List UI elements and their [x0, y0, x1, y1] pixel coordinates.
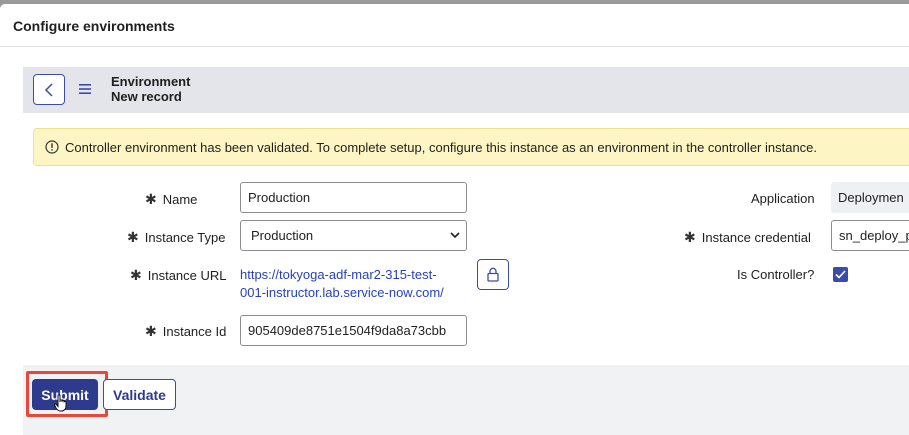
- instance-url-label: ✱ Instance URL: [130, 267, 227, 284]
- application-label: Application: [751, 191, 815, 206]
- checkmark-icon: [835, 270, 846, 279]
- application-field[interactable]: Deploymen: [831, 182, 909, 213]
- instance-credential-label: ✱ Instance credential: [684, 229, 811, 246]
- is-controller-checkbox[interactable]: [833, 267, 848, 282]
- form-footer: Submit Validate: [23, 365, 909, 435]
- instance-credential-label-text: Instance credential: [701, 230, 811, 245]
- validate-button[interactable]: Validate: [103, 379, 176, 410]
- required-asterisk-icon: ✱: [145, 323, 157, 339]
- configure-environments-modal: Configure environments Environment New r…: [0, 4, 909, 435]
- form-header-title: Environment New record: [111, 74, 190, 104]
- instance-type-value: Production: [251, 228, 314, 243]
- instance-id-input[interactable]: 905409de8751e1504f9da8a73cbb: [240, 315, 467, 346]
- instance-id-label: ✱ Instance Id: [145, 323, 226, 340]
- required-asterisk-icon: ✱: [145, 191, 157, 207]
- form-header: Environment New record: [23, 67, 909, 113]
- hamburger-menu-icon[interactable]: [79, 84, 91, 94]
- modal-title: Configure environments: [13, 18, 175, 34]
- validation-notice: Controller environment has been validate…: [33, 128, 909, 166]
- instance-url-line1: https://tokyoga-adf-mar2-315-test-: [240, 267, 437, 282]
- chevron-left-icon: [44, 82, 53, 97]
- instance-credential-input[interactable]: sn_deploy_p: [831, 220, 909, 251]
- instance-type-label: ✱ Instance Type: [127, 229, 225, 246]
- name-label: ✱ Name: [145, 191, 197, 208]
- info-circle-icon: [45, 140, 59, 154]
- back-button[interactable]: [33, 74, 65, 105]
- instance-url-label-text: Instance URL: [147, 268, 227, 283]
- notice-text: Controller environment has been validate…: [65, 140, 818, 155]
- instance-url-line2: 001-instructor.lab.service-now.com/: [240, 285, 444, 300]
- name-input[interactable]: Production: [240, 182, 467, 213]
- modal-divider: [0, 46, 909, 47]
- hand-pointer-icon: [54, 394, 67, 412]
- instance-url-link[interactable]: https://tokyoga-adf-mar2-315-test- 001-i…: [240, 266, 444, 302]
- form-subtitle: New record: [111, 89, 182, 104]
- form-title: Environment: [111, 74, 191, 89]
- lock-icon: [487, 267, 499, 282]
- instance-type-label-text: Instance Type: [144, 230, 226, 245]
- required-asterisk-icon: ✱: [127, 229, 139, 245]
- required-asterisk-icon: ✱: [130, 267, 142, 283]
- lock-button[interactable]: [477, 259, 509, 290]
- instance-type-select[interactable]: Production: [240, 220, 467, 251]
- instance-id-label-text: Instance Id: [162, 324, 227, 339]
- chevron-down-icon: [450, 232, 460, 239]
- environment-form: Environment New record Controller enviro…: [23, 67, 909, 435]
- is-controller-label: Is Controller?: [737, 267, 815, 282]
- required-asterisk-icon: ✱: [684, 229, 696, 245]
- name-label-text: Name: [162, 192, 198, 207]
